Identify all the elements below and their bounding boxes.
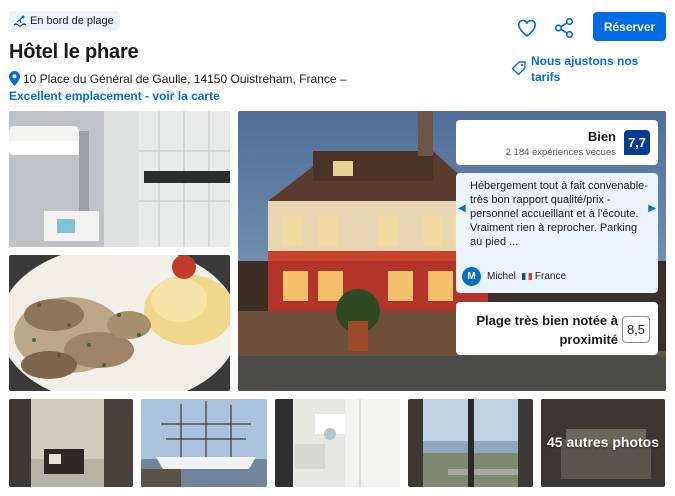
- photo-bathroom-thumbnail[interactable]: [275, 399, 400, 487]
- chevron-right-icon[interactable]: ▶: [648, 203, 656, 214]
- more-photos-label[interactable]: 45 autres photos: [541, 397, 665, 487]
- review-score-badge: 7,7: [624, 130, 650, 155]
- photo-tall-ship-thumbnail[interactable]: [141, 399, 267, 487]
- guest-review-card[interactable]: ◀ Hébergement tout à fait convenable- tr…: [456, 173, 658, 293]
- address-text: 10 Place du Général de Gaulle, 14150 Oui…: [23, 71, 347, 86]
- photo-sea-view-thumbnail[interactable]: [408, 399, 533, 487]
- price-match-link[interactable]: Nous ajustons nos tarifs: [531, 53, 661, 85]
- reserve-button[interactable]: Réserver: [593, 12, 666, 41]
- share-icon[interactable]: [553, 17, 575, 39]
- beach-score-value: 8,5: [622, 316, 650, 343]
- beachfront-badge-label: En bord de plage: [30, 14, 114, 27]
- review-author-name: Michel: [487, 271, 516, 282]
- beachfront-badge: En bord de plage: [9, 11, 120, 30]
- france-flag-icon: [521, 272, 532, 280]
- price-tag-icon: [511, 61, 526, 76]
- review-count: 2 184 expériences vécues: [505, 147, 616, 158]
- beach-score-label: Plage très bien notée à proximité: [476, 313, 618, 347]
- review-text: Hébergement tout à fait convenable- très…: [470, 180, 648, 248]
- review-score-word: Bien: [587, 129, 616, 144]
- map-pin-icon: [9, 71, 20, 86]
- photo-bathroom-towels[interactable]: [9, 111, 230, 247]
- hotel-title: Hôtel le phare: [9, 41, 139, 63]
- address-row: 10 Place du Général de Gaulle, 14150 Oui…: [9, 71, 347, 86]
- photo-room-thumbnail[interactable]: [9, 399, 133, 487]
- review-author-country: France: [521, 271, 566, 282]
- beach-wave-icon: [13, 15, 27, 27]
- location-map-link[interactable]: Excellent emplacement - voir la carte: [9, 89, 220, 103]
- review-author: M Michel France: [462, 267, 566, 286]
- review-score-card[interactable]: Bien 2 184 expériences vécues 7,7: [456, 120, 658, 165]
- avatar: M: [462, 267, 481, 286]
- heart-icon[interactable]: [516, 17, 538, 39]
- photo-food-plate[interactable]: [9, 255, 230, 391]
- beach-score-card[interactable]: Plage très bien notée à proximité 8,5: [456, 302, 658, 355]
- chevron-left-icon[interactable]: ◀: [458, 203, 466, 214]
